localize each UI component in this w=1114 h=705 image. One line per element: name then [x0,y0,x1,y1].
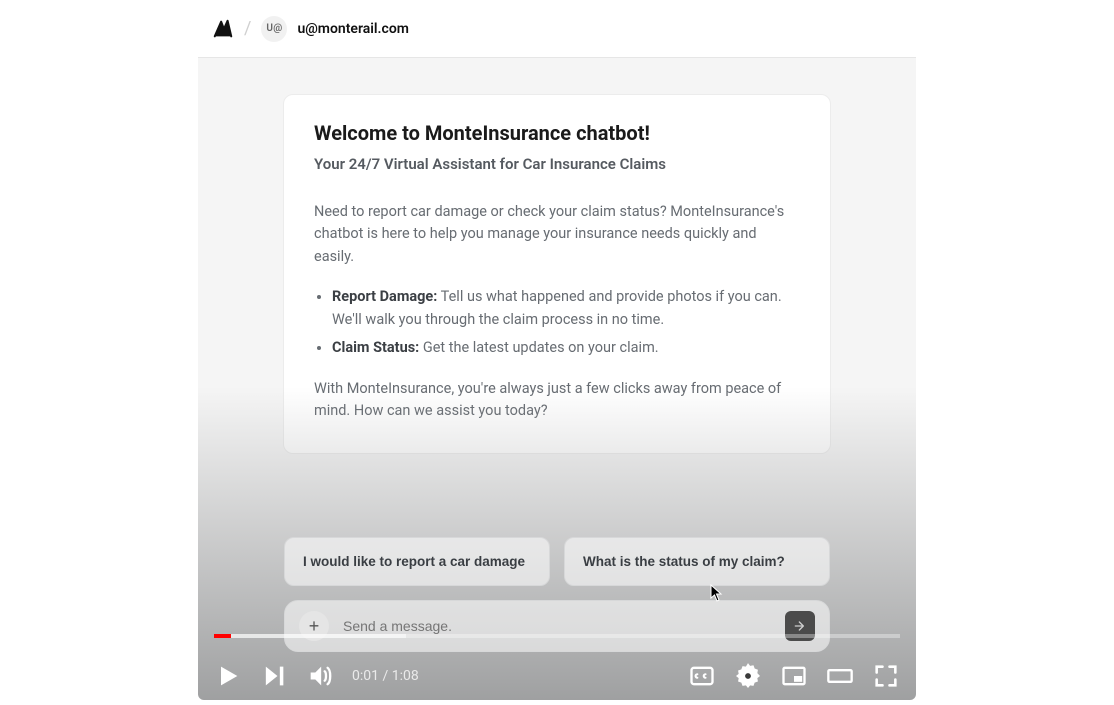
app-header: / U@ u@monterail.com [198,0,916,58]
plus-icon: + [309,617,320,635]
volume-button[interactable] [306,662,334,690]
app-body: Welcome to MonteInsurance chatbot! Your … [198,58,916,700]
fullscreen-icon [872,662,900,690]
next-button[interactable] [260,662,288,690]
controls-row: 0:01 / 1:08 [214,662,900,690]
message-input[interactable] [343,618,771,634]
suggestion-claim-status[interactable]: What is the status of my claim? [564,537,830,586]
send-icon [792,618,808,634]
breadcrumb-separator: / [244,18,251,39]
suggestion-report-damage[interactable]: I would like to report a car damage [284,537,550,586]
suggestion-row: I would like to report a car damage What… [284,537,830,586]
captions-button[interactable] [688,662,716,690]
video-player-controls: 0:01 / 1:08 [198,636,916,700]
time-current: 0:01 [352,668,379,684]
bullet-item: Claim Status: Get the latest updates on … [332,337,800,359]
bullet-text: Get the latest updates on your claim. [419,339,658,356]
welcome-subtitle: Your 24/7 Virtual Assistant for Car Insu… [314,155,800,173]
user-email[interactable]: u@monterail.com [297,21,408,37]
welcome-title: Welcome to MonteInsurance chatbot! [314,121,800,145]
play-icon [214,662,242,690]
video-frame: / U@ u@monterail.com Welcome to MonteIns… [198,0,916,700]
avatar[interactable]: U@ [261,16,287,42]
progress-buffer [214,634,406,638]
welcome-bullet-list: Report Damage: Tell us what happened and… [314,286,800,359]
miniplayer-button[interactable] [780,662,808,690]
logo-icon [212,18,234,40]
progress-played [214,634,231,638]
bullet-label: Report Damage: [332,288,437,305]
volume-icon [306,662,334,690]
next-icon [260,662,288,690]
gear-icon [734,662,762,690]
bullet-label: Claim Status: [332,339,419,356]
time-display: 0:01 / 1:08 [352,668,419,684]
time-duration: 1:08 [392,668,419,684]
captions-icon [688,662,716,690]
bullet-item: Report Damage: Tell us what happened and… [332,286,800,331]
fullscreen-button[interactable] [872,662,900,690]
theater-icon [826,662,854,690]
miniplayer-icon [780,662,808,690]
welcome-intro: Need to report car damage or check your … [314,201,800,268]
play-button[interactable] [214,662,242,690]
settings-button[interactable] [734,662,762,690]
theater-button[interactable] [826,662,854,690]
controls-right [688,662,900,690]
progress-bar[interactable] [214,634,900,638]
